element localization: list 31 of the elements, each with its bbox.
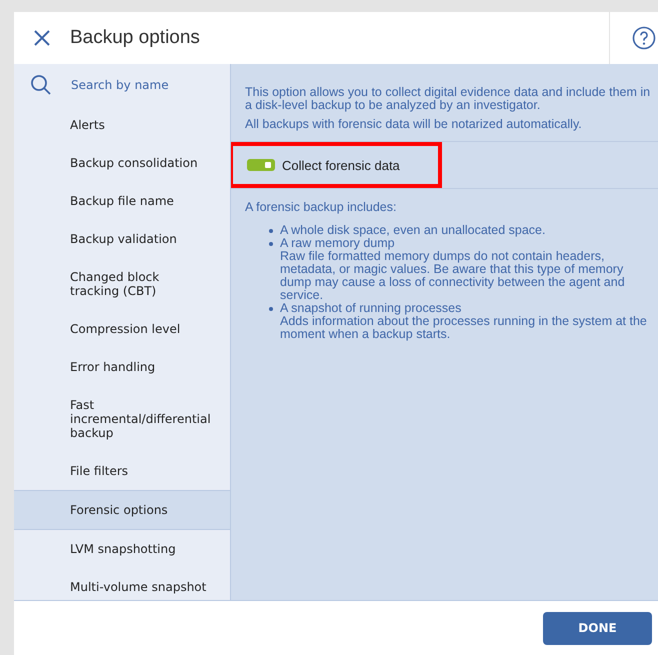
search-field[interactable]: Search by name [69, 77, 213, 93]
close-icon[interactable] [33, 29, 51, 47]
dialog-title: Backup options [70, 27, 200, 49]
list-item-title: A snapshot of running processes [280, 302, 462, 315]
done-button[interactable]: DONE [543, 612, 652, 644]
sidebar-item[interactable]: LVM snapshotting [14, 530, 230, 568]
sidebar-item[interactable]: Backup consolidation [14, 144, 230, 182]
includes-heading: A forensic backup includes: [245, 201, 398, 214]
sidebar-item[interactable]: Alerts [14, 106, 230, 144]
sidebar-item[interactable]: Fast incremental/differential backup [14, 386, 230, 452]
bullet-icon [269, 242, 273, 246]
note-text: All backups with forensic data will be notarized automatically. [245, 118, 583, 131]
toggle-label: Collect forensic data [282, 158, 400, 172]
toggle-switch[interactable] [247, 159, 275, 171]
search-icon [30, 74, 52, 96]
sidebar-item[interactable]: File filters [14, 452, 230, 490]
sidebar-item[interactable]: Backup file name [14, 182, 230, 220]
bullet-icon [269, 307, 273, 311]
sidebar-item[interactable]: Backup validation [14, 220, 230, 258]
sidebar-item[interactable]: Forensic options [14, 490, 230, 530]
sidebar-item[interactable]: Error handling [14, 348, 230, 386]
list-item-detail: Adds information about the processes running in the system at the moment when a backup starts. [280, 315, 648, 341]
list-item-title: A whole disk space, even an unallocated space. [280, 224, 546, 237]
description-text: This option allows you to collect digital evidence data and include them in a disk-level backup to be analyzed by an investigator. [245, 86, 652, 112]
sidebar-item[interactable]: Multi-volume snapshot [14, 568, 230, 600]
sidebar-item[interactable]: Changed block tracking (CBT) [14, 258, 230, 310]
bullet-icon [269, 229, 273, 233]
sidebar-item[interactable]: Compression level [14, 310, 230, 348]
list-item-title: A raw memory dump [280, 237, 396, 250]
help-icon[interactable] [632, 26, 656, 50]
list-item-detail: Raw file formatted memory dumps do not contain headers, metadata, or magic values. Be aware that this type of memory dump may cause a loss of connectivity between the agent and service. [280, 250, 626, 302]
